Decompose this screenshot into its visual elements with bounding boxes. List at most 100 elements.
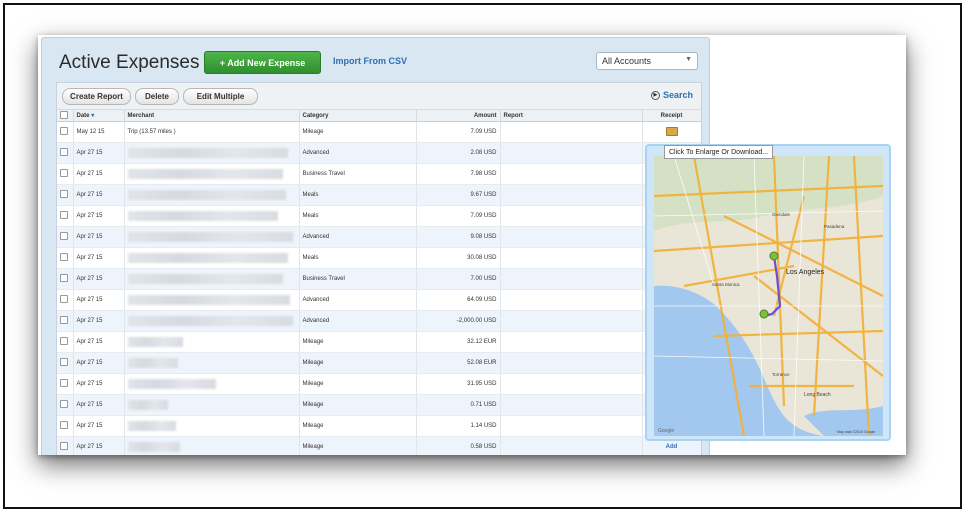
column-header-amount[interactable]: Amount — [416, 110, 501, 122]
accounts-select-value: All Accounts — [602, 56, 652, 66]
category-cell: Advanced — [299, 142, 417, 164]
row-select-cell[interactable] — [57, 268, 74, 290]
table-row[interactable]: Apr 27 15 Advanced 2.08 USD — [57, 142, 701, 164]
row-checkbox[interactable] — [60, 421, 68, 429]
row-checkbox[interactable] — [60, 232, 68, 240]
route-map-image[interactable]: Los Angeles Santa Monica Torrance Long B… — [654, 156, 883, 436]
amount-cell: 2.08 USD — [416, 142, 501, 164]
report-cell — [500, 331, 643, 353]
table-row[interactable]: Apr 27 15 Mileage 1.14 USD — [57, 415, 701, 437]
table-row[interactable]: Apr 27 15 Business Travel 7.00 USD — [57, 268, 701, 290]
delete-button[interactable]: Delete — [135, 88, 179, 105]
row-select-cell[interactable] — [57, 373, 74, 395]
accounts-select[interactable]: All Accounts ▼ — [596, 52, 698, 70]
table-row[interactable]: Apr 27 15 Mileage 31.95 USD — [57, 373, 701, 395]
date-cell: Apr 27 15 — [73, 289, 125, 311]
search-link[interactable]: ▶ Search — [650, 90, 693, 100]
report-cell — [500, 184, 643, 206]
row-checkbox[interactable] — [60, 358, 68, 366]
redacted-merchant — [127, 232, 293, 242]
table-row[interactable]: Apr 27 15 Advanced -2,000.00 USD — [57, 310, 701, 332]
merchant-cell — [124, 289, 300, 311]
table-row[interactable]: Apr 27 15 Mileage 52.08 EUR — [57, 352, 701, 374]
amount-cell: 30.08 USD — [416, 247, 501, 269]
table-row[interactable]: Apr 27 15 Mileage 32.12 EUR — [57, 331, 701, 353]
category-cell: Mileage — [299, 415, 417, 437]
receipt-icon[interactable] — [665, 126, 678, 136]
row-select-cell[interactable] — [57, 415, 74, 437]
row-select-cell[interactable] — [57, 289, 74, 311]
table-row[interactable]: May 12 15 Trip (13.57 miles ) Mileage 7.09 … — [57, 121, 701, 143]
report-cell — [500, 373, 643, 395]
row-select-cell[interactable] — [57, 394, 74, 416]
map-attribution: Map data ©2015 Google — [837, 430, 875, 434]
map-tooltip: Click To Enlarge Or Download... — [664, 145, 774, 159]
row-select-cell[interactable] — [57, 163, 74, 185]
merchant-cell — [124, 268, 300, 290]
redacted-merchant — [127, 421, 176, 431]
row-select-cell[interactable] — [57, 310, 74, 332]
column-header-merchant[interactable]: Merchant — [124, 110, 300, 122]
row-select-cell[interactable] — [57, 142, 74, 164]
row-select-cell[interactable] — [57, 121, 74, 143]
row-select-cell[interactable] — [57, 226, 74, 248]
row-checkbox[interactable] — [60, 274, 68, 282]
create-report-button[interactable]: Create Report — [62, 88, 131, 105]
category-cell: Mileage — [299, 373, 417, 395]
row-checkbox[interactable] — [60, 295, 68, 303]
merchant-cell — [124, 142, 300, 164]
row-checkbox[interactable] — [60, 337, 68, 345]
table-row[interactable]: Apr 27 15 Advanced 9.08 USD — [57, 226, 701, 248]
row-checkbox[interactable] — [60, 190, 68, 198]
row-checkbox[interactable] — [60, 169, 68, 177]
row-select-cell[interactable] — [57, 331, 74, 353]
category-cell: Meals — [299, 184, 417, 206]
row-checkbox[interactable] — [60, 148, 68, 156]
row-checkbox[interactable] — [60, 316, 68, 324]
table-row[interactable]: Apr 27 15 Meals 30.08 USD — [57, 247, 701, 269]
column-header-receipt[interactable]: Receipt — [642, 110, 701, 122]
row-select-cell[interactable] — [57, 436, 74, 455]
category-cell: Advanced — [299, 226, 417, 248]
table-row[interactable]: Apr 27 15 Meals 7.09 USD — [57, 205, 701, 227]
category-cell: Advanced — [299, 310, 417, 332]
column-header-date[interactable]: Date ▾ — [73, 110, 125, 122]
receipt-cell[interactable] — [642, 121, 701, 143]
receipt-map-popup[interactable]: Los Angeles Santa Monica Torrance Long B… — [645, 144, 891, 441]
add-new-expense-button[interactable]: + Add New Expense — [204, 51, 321, 74]
select-all-checkbox[interactable] — [60, 110, 68, 119]
row-select-cell[interactable] — [57, 352, 74, 374]
row-checkbox[interactable] — [60, 400, 68, 408]
edit-multiple-button[interactable]: Edit Multiple — [183, 88, 258, 105]
date-cell: Apr 27 15 — [73, 415, 125, 437]
category-cell: Meals — [299, 247, 417, 269]
category-cell: Mileage — [299, 121, 417, 143]
column-header-category[interactable]: Category — [299, 110, 417, 122]
add-receipt-link[interactable]: Add — [666, 444, 678, 450]
report-cell — [500, 121, 643, 143]
select-all-header[interactable] — [57, 110, 74, 122]
row-checkbox[interactable] — [60, 253, 68, 261]
redacted-merchant — [127, 337, 183, 347]
add-new-expense-label: + Add New Expense — [219, 57, 306, 68]
row-checkbox[interactable] — [60, 442, 68, 450]
table-row[interactable]: Apr 27 15 Business Travel 7.98 USD — [57, 163, 701, 185]
report-cell — [500, 226, 643, 248]
table-row[interactable]: Apr 27 15 Meals 9.67 USD — [57, 184, 701, 206]
play-icon: ▶ — [650, 90, 660, 100]
merchant-cell — [124, 352, 300, 374]
table-row[interactable]: Apr 27 15 Advanced 64.09 USD — [57, 289, 701, 311]
column-header-report[interactable]: Report — [500, 110, 643, 122]
table-row[interactable]: Apr 27 15 Mileage 0.71 USD — [57, 394, 701, 416]
row-checkbox[interactable] — [60, 379, 68, 387]
row-select-cell[interactable] — [57, 184, 74, 206]
category-cell: Business Travel — [299, 268, 417, 290]
row-select-cell[interactable] — [57, 205, 74, 227]
row-checkbox[interactable] — [60, 211, 68, 219]
date-cell: Apr 27 15 — [73, 352, 125, 374]
amount-cell: 1.14 USD — [416, 415, 501, 437]
row-checkbox[interactable] — [60, 127, 68, 135]
row-select-cell[interactable] — [57, 247, 74, 269]
import-csv-link[interactable]: Import From CSV — [333, 56, 407, 66]
table-row[interactable]: Apr 27 15 Mileage 0.58 USD Add — [57, 436, 701, 455]
